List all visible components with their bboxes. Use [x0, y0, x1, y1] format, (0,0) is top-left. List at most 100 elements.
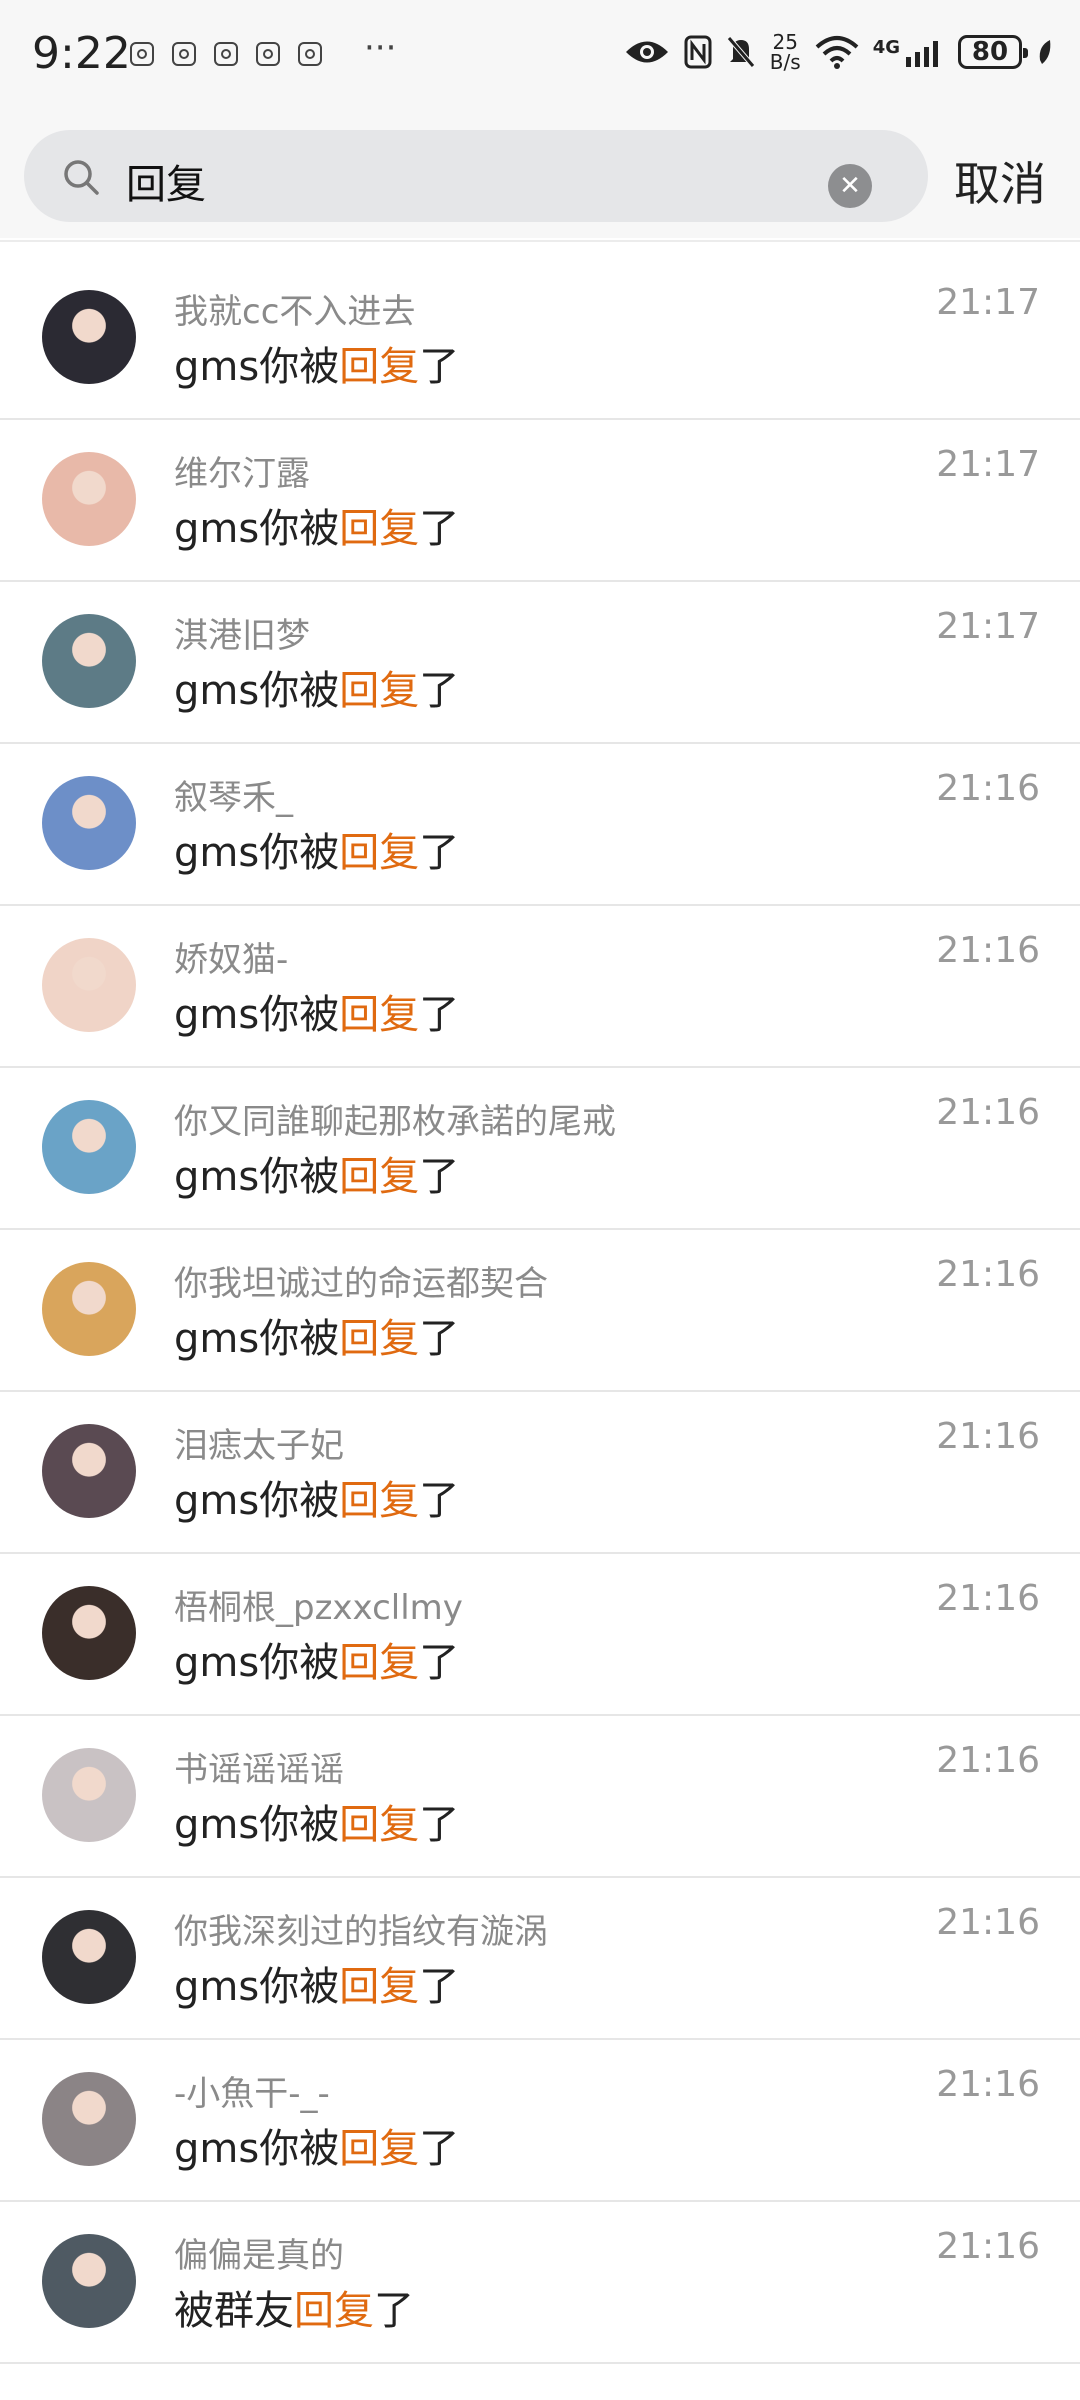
list-item[interactable]: 维尔汀露 gms你被回复了 21:17 [0, 420, 1080, 582]
message-prefix: gms你被 [174, 668, 340, 714]
highlighted-keyword: 回复 [294, 2288, 374, 2334]
message-prefix: gms你被 [174, 1154, 340, 1200]
list-item[interactable]: 偏偏是真的 被群友回复了 21:16 [0, 2202, 1080, 2364]
message-suffix: 了 [419, 2126, 460, 2172]
message-suffix: 了 [419, 1640, 460, 1686]
message-prefix: gms你被 [174, 344, 340, 390]
avatar[interactable] [42, 1262, 136, 1356]
message-suffix: 了 [419, 1802, 460, 1848]
list-item[interactable]: 娇奴猫-gms你被回复了 21:16 [0, 906, 1080, 1068]
avatar[interactable] [42, 1100, 136, 1194]
message-time: 21:17 [936, 282, 1040, 323]
message-time: 21:16 [936, 1740, 1040, 1781]
message-prefix: 被群友 [174, 2288, 294, 2334]
sender-name: 泪痣太子妃 [174, 1426, 344, 1466]
message-time: 21:16 [936, 2064, 1040, 2105]
list-item[interactable]: 你我深刻过的指纹有漩涡 gms你被回复了 21:16 [0, 1878, 1080, 2040]
avatar[interactable] [42, 1910, 136, 2004]
message-time: 21:17 [936, 444, 1040, 485]
message-suffix: 了 [374, 2288, 414, 2334]
message-preview: gms你被回复了 [174, 1792, 459, 1850]
highlighted-keyword: 回复 [339, 668, 420, 714]
message-suffix: 了 [419, 1154, 460, 1200]
message-prefix: gms你被 [174, 506, 340, 552]
avatar[interactable] [42, 290, 136, 384]
message-time: 21:16 [936, 930, 1040, 971]
message-suffix: 了 [419, 1964, 460, 2010]
message-suffix: 了 [419, 668, 460, 714]
avatar[interactable] [42, 452, 136, 546]
message-prefix: gms你被 [174, 1802, 340, 1848]
avatar[interactable] [42, 2072, 136, 2166]
message-prefix: gms你被 [174, 1964, 340, 2010]
avatar[interactable] [42, 2234, 136, 2328]
highlighted-keyword: 回复 [339, 2126, 420, 2172]
highlighted-keyword: 回复 [339, 1154, 420, 1200]
message-suffix: 了 [419, 992, 460, 1038]
search-box[interactable]: 回复 ✕ [24, 130, 928, 222]
message-suffix: 了 [419, 506, 460, 552]
avatar[interactable] [42, 1424, 136, 1518]
highlighted-keyword: 回复 [339, 992, 420, 1038]
highlighted-keyword: 回复 [339, 1316, 420, 1362]
message-suffix: 了 [419, 1316, 460, 1362]
highlighted-keyword: 回复 [339, 1964, 420, 2010]
sender-name: 淇港旧梦 [174, 616, 310, 656]
message-time: 21:16 [936, 1254, 1040, 1295]
list-item[interactable]: -小魚干-_- gms你被回复了 21:16 [0, 2040, 1080, 2202]
message-prefix: gms你被 [174, 1316, 340, 1362]
message-preview: gms你被回复了 [174, 658, 459, 716]
clear-search-button[interactable]: ✕ [828, 164, 872, 208]
highlighted-keyword: 回复 [339, 506, 420, 552]
message-time: 21:16 [936, 1092, 1040, 1133]
app-notification-icon [130, 42, 154, 66]
leaf-icon [1039, 40, 1051, 64]
cellular-signal: 4G [873, 37, 944, 67]
message-time: 21:16 [936, 1416, 1040, 1457]
list-item[interactable]: 我就cc不入进去 gms你被回复了 21:17 [0, 258, 1080, 420]
list-item[interactable]: 梧桐根_pzxxcllmy gms你被回复了 21:16 [0, 1554, 1080, 1716]
highlighted-keyword: 回复 [339, 1802, 420, 1848]
app-notification-icon [214, 42, 238, 66]
sender-name: 我就cc不入进去 [174, 292, 416, 332]
list-item[interactable]: 叙琴禾_ gms你被回复了 21:16 [0, 744, 1080, 906]
search-icon [64, 160, 99, 195]
wifi-icon [815, 36, 859, 69]
notification-icons [130, 42, 322, 66]
sender-name: -小魚干-_- [174, 2074, 330, 2114]
message-preview: gms你被回复了 [174, 2116, 459, 2174]
mute-icon [726, 36, 755, 68]
battery-icon: 80 [958, 35, 1028, 69]
list-item[interactable]: 淇港旧梦 gms你被回复了 21:17 [0, 582, 1080, 744]
list-item[interactable]: 你又同誰聊起那枚承諾的尾戒 gms你被回复了 21:16 [0, 1068, 1080, 1230]
message-preview: gms你被回复了 [174, 1306, 459, 1364]
status-bar: 9:22 ··· 25 B/s 4G 80 [0, 0, 1080, 118]
avatar[interactable] [42, 614, 136, 708]
avatar[interactable] [42, 1748, 136, 1842]
cancel-button[interactable]: 取消 [954, 148, 1046, 214]
list-item[interactable]: 泪痣太子妃 gms你被回复了 21:16 [0, 1392, 1080, 1554]
search-results-list: 我就cc不入进去 gms你被回复了 21:17 维尔汀露 gms你被回复了 21:17 淇港… [0, 258, 1080, 2364]
sender-name: 书谣谣谣谣 [174, 1750, 344, 1790]
sender-name: 你我坦诚过的命运都契合 [174, 1264, 548, 1304]
app-notification-icon [172, 42, 196, 66]
list-item[interactable]: 书谣谣谣谣 gms你被回复了 21:16 [0, 1716, 1080, 1878]
highlighted-keyword: 回复 [339, 830, 420, 876]
message-time: 21:17 [936, 606, 1040, 647]
avatar[interactable] [42, 776, 136, 870]
message-preview: 被群友回复了 [174, 2278, 414, 2336]
sender-name: 偏偏是真的 [174, 2236, 344, 2276]
close-icon: ✕ [839, 171, 861, 201]
search-input[interactable]: 回复 [126, 152, 726, 210]
avatar[interactable] [42, 1586, 136, 1680]
eye-icon [625, 41, 668, 63]
sender-name: 娇奴猫- [174, 940, 289, 980]
message-prefix: gms你被 [174, 1640, 340, 1686]
message-preview: gms你被回复了 [174, 982, 459, 1040]
avatar[interactable] [42, 938, 136, 1032]
message-time: 21:16 [936, 1578, 1040, 1619]
highlighted-keyword: 回复 [339, 1478, 420, 1524]
message-prefix: gms你被 [174, 992, 340, 1038]
list-item[interactable]: 你我坦诚过的命运都契合 gms你被回复了 21:16 [0, 1230, 1080, 1392]
status-icons: 25 B/s 4G 80 [624, 32, 1054, 72]
